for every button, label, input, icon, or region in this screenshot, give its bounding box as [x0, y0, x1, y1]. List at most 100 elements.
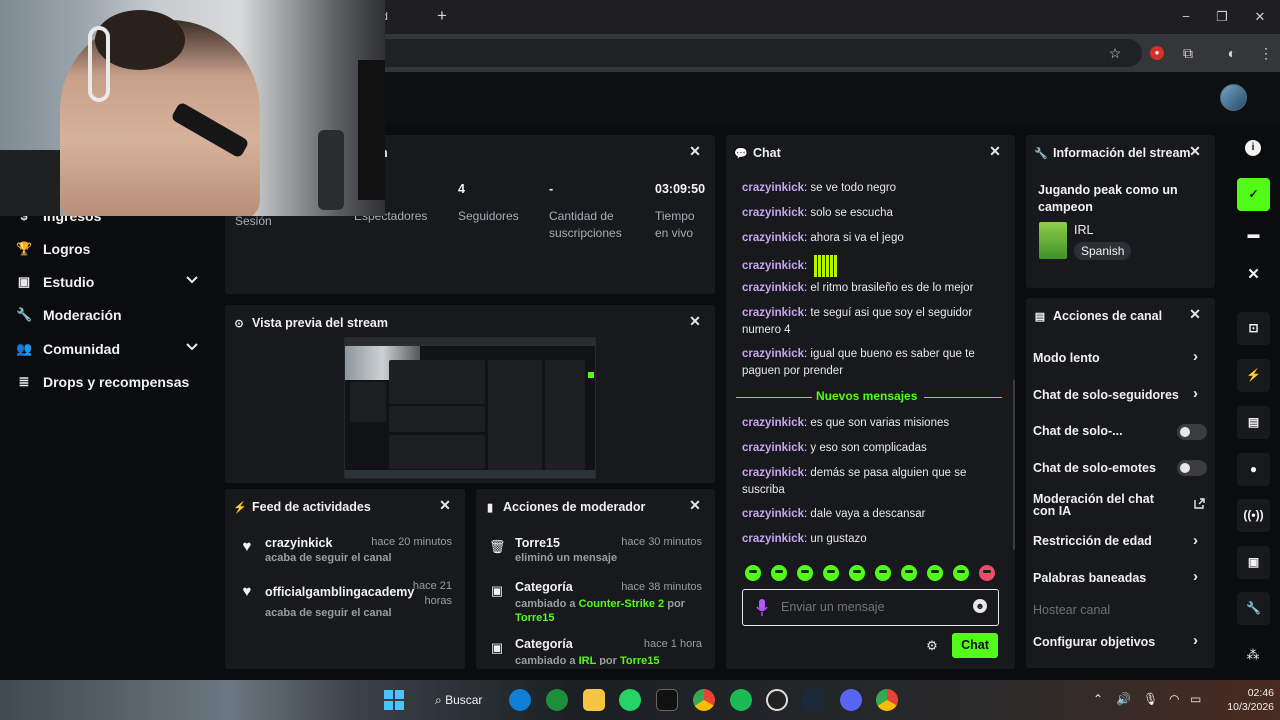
new-tab-button[interactable]: + — [433, 6, 451, 26]
sidebar-item-logros[interactable]: 🏆 Logros — [16, 236, 206, 262]
wrench-icon[interactable]: 🔧 — [1237, 592, 1270, 625]
spotify-icon[interactable] — [730, 689, 752, 711]
recording-icon[interactable]: ● — [1150, 46, 1164, 60]
minimize-button[interactable]: − — [1176, 8, 1196, 26]
chevron-down-icon[interactable] — [186, 341, 198, 353]
action-row-solo-emotes: Chat de solo-emotes — [1033, 461, 1156, 475]
chevron-right-icon[interactable]: › — [1193, 633, 1205, 648]
more-icon[interactable]: ⁂ — [1246, 648, 1260, 662]
windows-start-icon[interactable] — [384, 690, 404, 710]
broadcast-icon[interactable]: ((•)) — [1237, 499, 1270, 532]
taskbar-search[interactable]: ⌕ Buscar — [435, 693, 482, 708]
stat-value-tiempo: 03:09:50 — [655, 182, 706, 196]
close-icon[interactable]: ✕ — [1237, 258, 1270, 291]
stream-category[interactable]: IRL — [1074, 223, 1093, 237]
close-icon[interactable]: ✕ — [687, 143, 703, 159]
chat-scrollbar[interactable] — [1013, 380, 1015, 550]
send-chat-button[interactable]: Chat — [952, 633, 998, 658]
action-row-configurar-objetivos[interactable]: Configurar objetivos — [1033, 636, 1155, 649]
wifi-icon[interactable]: ◠ — [1169, 692, 1179, 706]
emote-picker-item[interactable] — [745, 565, 761, 581]
mod-item-sub: eliminó un mensaje — [515, 552, 618, 564]
chevron-right-icon[interactable]: › — [1193, 386, 1205, 401]
epic-games-icon[interactable] — [656, 689, 678, 711]
close-icon[interactable]: ✕ — [1187, 306, 1203, 322]
toggle-solo-emotes[interactable] — [1177, 460, 1207, 476]
close-icon[interactable]: ✕ — [687, 497, 703, 513]
chevron-right-icon[interactable]: › — [1193, 569, 1205, 584]
chrome-icon[interactable] — [876, 689, 898, 711]
chevron-right-icon[interactable]: › — [1193, 533, 1205, 548]
emote-picker-item[interactable] — [771, 565, 787, 581]
feed-item-name[interactable]: officialgamblingacademy — [265, 585, 414, 599]
whatsapp-icon[interactable] — [619, 689, 641, 711]
action-row-restriccion-edad[interactable]: Restricción de edad — [1033, 535, 1152, 548]
chrome-icon[interactable] — [693, 689, 715, 711]
bolt-icon[interactable]: ⚡ — [1237, 359, 1270, 392]
maximize-button[interactable]: ❐ — [1212, 8, 1232, 26]
chat-message-input[interactable] — [781, 598, 961, 616]
emote-picker-item[interactable] — [797, 565, 813, 581]
url-input[interactable] — [372, 39, 1142, 67]
action-row-modo-lento[interactable]: Modo lento — [1033, 352, 1100, 365]
chevron-right-icon[interactable]: › — [1193, 349, 1205, 364]
browser-menu-icon[interactable]: ⋮ — [1256, 43, 1276, 63]
sidebar-item-estudio[interactable]: ▣ Estudio — [16, 269, 206, 295]
chevron-down-icon[interactable] — [186, 274, 198, 286]
steam-icon[interactable] — [802, 689, 824, 711]
close-icon[interactable]: ✕ — [987, 143, 1003, 159]
emote-picker-item[interactable] — [953, 565, 969, 581]
stream-preview-image[interactable] — [344, 337, 596, 479]
emote-picker-item[interactable] — [875, 565, 891, 581]
user-avatar[interactable] — [1220, 84, 1247, 111]
sidebar-item-drops[interactable]: ≣ Drops y recompensas — [16, 369, 206, 395]
checkmark-icon[interactable]: ✓ — [1237, 178, 1270, 211]
xbox-icon[interactable] — [546, 689, 568, 711]
microphone-icon[interactable] — [756, 599, 768, 616]
sidebar-item-moderacion[interactable]: 🔧 Moderación — [16, 302, 206, 328]
tray-chevron-icon[interactable]: ⌃ — [1093, 692, 1103, 706]
microphone-icon[interactable]: 🎙 — [1143, 692, 1158, 706]
discord-icon[interactable] — [840, 689, 862, 711]
layout-icon[interactable]: ▬ — [1237, 218, 1270, 251]
new-messages-divider[interactable]: Nuevos mensajes — [736, 389, 1002, 407]
heart-icon: ♥ — [242, 538, 252, 555]
close-icon[interactable]: ✕ — [1187, 143, 1203, 159]
external-link-icon[interactable] — [1194, 498, 1205, 509]
extensions-icon[interactable]: ⧉ — [1178, 43, 1198, 63]
edge-icon[interactable] — [509, 689, 531, 711]
toggle-solo-subs[interactable] — [1177, 424, 1207, 440]
chat-message: crazyinkick: se ve todo negro — [742, 182, 897, 194]
profile-icon[interactable]: ◐ — [1222, 43, 1242, 63]
sidebar-item-comunidad[interactable]: 👥 Comunidad — [16, 336, 206, 362]
volume-icon[interactable]: 🔊 — [1116, 692, 1131, 706]
feed-item-name[interactable]: crazyinkick — [265, 536, 332, 550]
emoji-icon[interactable]: ☻ — [973, 599, 987, 613]
close-icon[interactable]: ✕ — [687, 313, 703, 329]
chat-input-box[interactable]: ☻ — [742, 589, 999, 626]
info-icon[interactable]: i — [1245, 140, 1261, 156]
camera-icon[interactable]: ⊡ — [1237, 312, 1270, 345]
emote-picker-item[interactable] — [901, 565, 917, 581]
action-row-moderacion-ia[interactable]: Moderación del chat con IA — [1033, 493, 1173, 518]
trash-icon: 🗑 — [489, 539, 506, 554]
channel-icon[interactable]: ▣ — [1237, 546, 1270, 579]
close-icon[interactable]: ✕ — [437, 497, 453, 513]
document-icon[interactable]: ▤ — [1237, 406, 1270, 439]
close-window-button[interactable]: ✕ — [1250, 8, 1270, 26]
file-explorer-icon[interactable] — [583, 689, 605, 711]
screen: { "browser": { "tab_fragment": "ard", "n… — [0, 0, 1280, 720]
emote-picker-item[interactable] — [927, 565, 943, 581]
emote-picker-item[interactable] — [979, 565, 995, 581]
action-row-solo-seguidores[interactable]: Chat de solo-seguidores — [1033, 389, 1179, 402]
bookmark-star-icon[interactable]: ☆ — [1105, 43, 1125, 63]
battery-icon[interactable]: ▭ — [1190, 692, 1201, 706]
chat-bubble-icon[interactable]: ● — [1237, 453, 1270, 486]
obs-icon[interactable] — [766, 689, 788, 711]
gear-icon[interactable]: ⚙ — [925, 639, 939, 653]
action-row-palabras-baneadas[interactable]: Palabras baneadas — [1033, 572, 1146, 585]
emote-picker-item[interactable] — [849, 565, 865, 581]
search-icon: ⌕ — [435, 693, 442, 707]
emote-picker-item[interactable] — [823, 565, 839, 581]
taskbar-clock[interactable]: 02:46 10/3/2026 — [1218, 686, 1274, 714]
